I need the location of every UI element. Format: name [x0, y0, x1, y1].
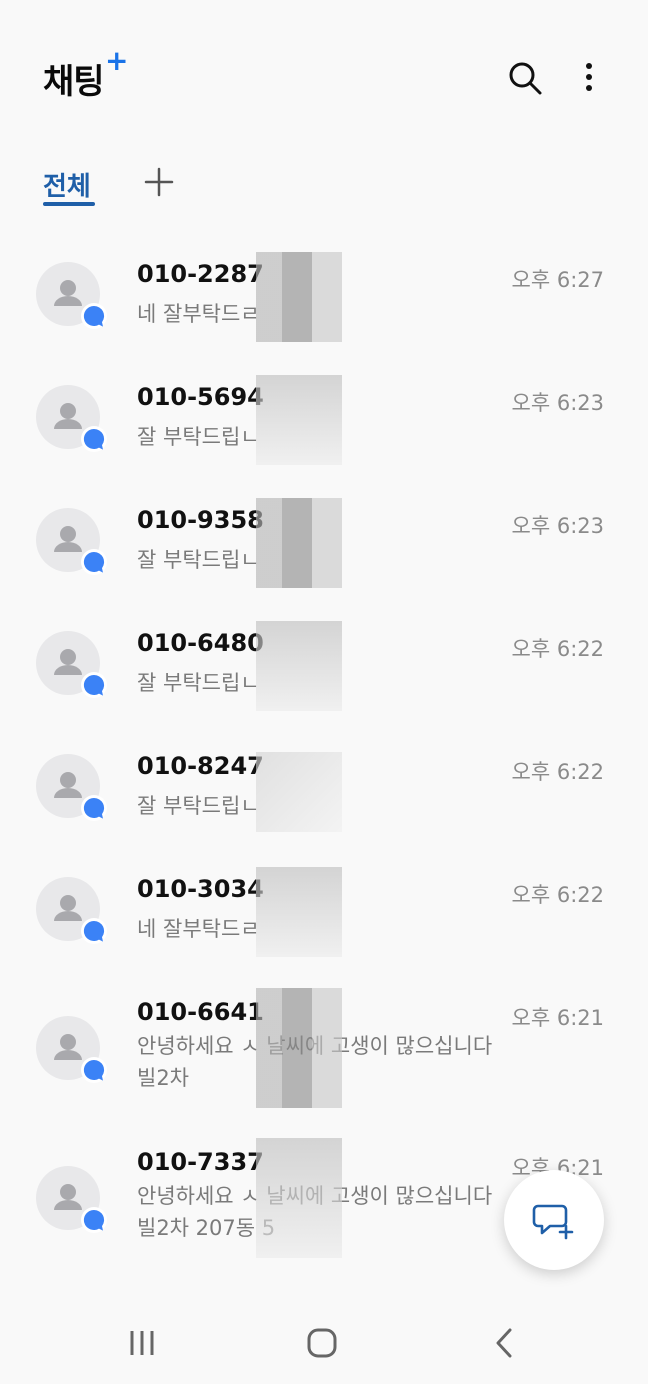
contact-name: 010-8247: [137, 752, 264, 780]
message-preview: 잘 부탁드립ㄴ: [137, 425, 260, 449]
conversation-row[interactable]: 010-6480 잘 부탁드립ㄴ 오후 6:22: [0, 599, 648, 722]
message-preview: 네 잘부탁드ㄹ: [137, 302, 260, 326]
privacy-blur: [256, 498, 342, 588]
filter-tabs: 전체: [0, 150, 648, 220]
new-chat-button[interactable]: [504, 1170, 604, 1270]
chat-badge-icon: [80, 1206, 108, 1234]
contact-name: 010-9358: [137, 506, 264, 534]
privacy-blur: [256, 375, 342, 465]
chat-badge-icon: [80, 671, 108, 699]
contact-name: 010-3034: [137, 875, 264, 903]
message-preview: 네 잘부탁드ㄹ: [137, 917, 260, 941]
conversation-list: 010-2287 네 잘부탁드ㄹ 오후 6:27 010-5694 잘 부탁드립…: [0, 230, 648, 1268]
chat-badge-icon: [80, 917, 108, 945]
back-icon[interactable]: [490, 1326, 520, 1360]
message-time: 오후 6:21: [511, 1006, 604, 1030]
plus-icon[interactable]: [143, 166, 175, 198]
message-time: 오후 6:22: [511, 637, 604, 661]
chat-badge-icon: [80, 548, 108, 576]
chat-badge-icon: [80, 1056, 108, 1084]
conversation-row[interactable]: 010-8247 잘 부탁드립ㄴ 오후 6:22: [0, 722, 648, 845]
conversation-row[interactable]: 010-2287 네 잘부탁드ㄹ 오후 6:27: [0, 230, 648, 353]
contact-name: 010-2287: [137, 260, 264, 288]
search-icon[interactable]: [505, 58, 545, 98]
page-title: 채팅: [43, 62, 105, 102]
home-icon[interactable]: [305, 1326, 339, 1360]
system-nav-bar: [0, 1300, 648, 1384]
contact-name: 010-6641: [137, 998, 264, 1026]
chat-badge-icon: [80, 302, 108, 330]
chat-badge-icon: [80, 794, 108, 822]
tab-all[interactable]: 전체: [43, 166, 91, 203]
chat-badge-icon: [80, 425, 108, 453]
new-chat-icon: [532, 1204, 574, 1240]
contact-name: 010-7337: [137, 1148, 264, 1176]
privacy-blur: [256, 621, 342, 711]
privacy-blur: [256, 252, 342, 342]
message-time: 오후 6:23: [511, 514, 604, 538]
privacy-blur: [256, 1138, 342, 1258]
contact-name: 010-5694: [137, 383, 264, 411]
message-preview: 잘 부탁드립ㄴ: [137, 794, 260, 818]
conversation-row[interactable]: 010-6641 안녕하세요 ㅅ 날씨에 고생이 많으십니다 빌2차 오후 6:…: [0, 968, 648, 1118]
message-time: 오후 6:23: [511, 391, 604, 415]
title-plus-mark: +: [105, 44, 129, 77]
conversation-row[interactable]: 010-3034 네 잘부탁드ㄹ 오후 6:22: [0, 845, 648, 968]
message-time: 오후 6:22: [511, 760, 604, 784]
conversation-row[interactable]: 010-5694 잘 부탁드립ㄴ 오후 6:23: [0, 353, 648, 476]
message-preview: 잘 부탁드립ㄴ: [137, 671, 260, 695]
tab-active-indicator: [43, 202, 95, 206]
contact-name: 010-6480: [137, 629, 264, 657]
conversation-row[interactable]: 010-9358 잘 부탁드립ㄴ 오후 6:23: [0, 476, 648, 599]
privacy-blur: [256, 988, 342, 1108]
recents-icon[interactable]: [125, 1328, 159, 1358]
message-preview: 잘 부탁드립ㄴ: [137, 548, 260, 572]
message-time: 오후 6:27: [511, 268, 604, 292]
privacy-blur: [256, 867, 342, 957]
more-vertical-icon[interactable]: [574, 58, 604, 98]
message-time: 오후 6:22: [511, 883, 604, 907]
app-header: 채팅 +: [0, 0, 648, 140]
privacy-blur: [256, 752, 342, 832]
